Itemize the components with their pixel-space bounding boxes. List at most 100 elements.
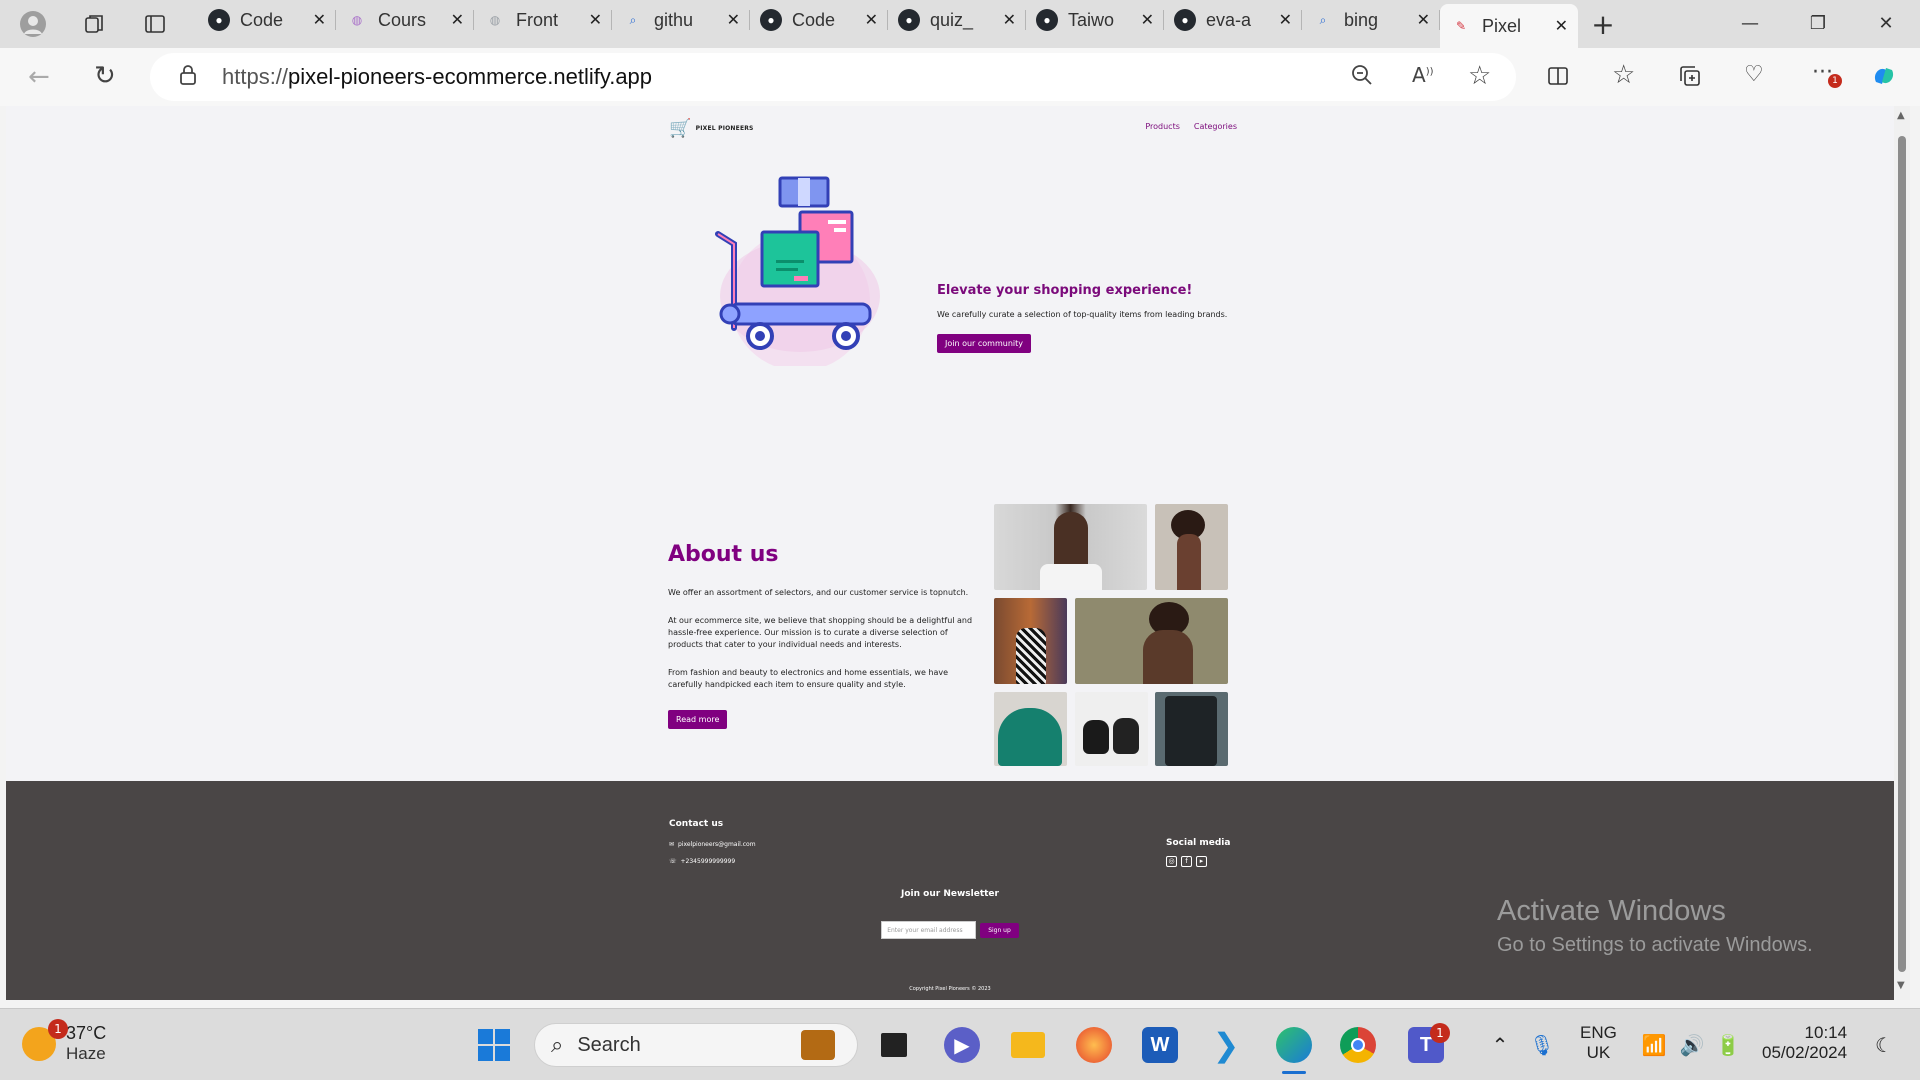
gallery-photo-woman-dress: [994, 598, 1067, 684]
about-paragraph: From fashion and beauty to electronics a…: [668, 668, 949, 689]
nav-categories-link[interactable]: Categories: [1194, 122, 1237, 131]
close-tab-icon[interactable]: ✕: [1141, 10, 1154, 30]
scroll-down-arrow-icon[interactable]: ▼: [1897, 980, 1905, 991]
newsletter-email-input[interactable]: Enter your email address: [881, 921, 977, 939]
contact-title: Contact us: [669, 819, 724, 829]
close-tab-icon[interactable]: ✕: [1417, 10, 1430, 30]
profile-icon[interactable]: [12, 4, 54, 44]
notification-moon-icon[interactable]: ☾: [1866, 1027, 1902, 1063]
contact-phone-row: ☏ +2345999999999: [669, 858, 756, 865]
about-section: About us We offer an assortment of selec…: [668, 542, 978, 729]
new-tab-button[interactable]: +: [1582, 4, 1624, 44]
word-icon[interactable]: W: [1142, 1027, 1178, 1063]
vscode-icon[interactable]: ❯: [1208, 1026, 1244, 1064]
close-tab-icon[interactable]: ✕: [1555, 16, 1568, 36]
close-tab-icon[interactable]: ✕: [451, 10, 464, 30]
page-scrollbar[interactable]: ▲ ▼: [1894, 106, 1910, 1000]
chat-icon[interactable]: ▶: [944, 1027, 980, 1063]
browser-tab[interactable]: ◍ Cours ✕: [336, 0, 474, 40]
close-tab-icon[interactable]: ✕: [865, 10, 878, 30]
windows-start-icon[interactable]: [476, 1027, 512, 1063]
activate-windows-watermark: Activate Windows Go to Settings to activ…: [1497, 895, 1813, 957]
browser-essentials-icon[interactable]: ♡: [1744, 62, 1764, 87]
facebook-icon[interactable]: f: [1181, 856, 1192, 867]
taskbar-search[interactable]: ⌕ Search: [534, 1023, 858, 1067]
close-tab-icon[interactable]: ✕: [1279, 10, 1292, 30]
search-icon: ⌕: [629, 12, 637, 27]
tab-actions-icon[interactable]: [134, 4, 176, 44]
address-bar[interactable]: https://pixel-pioneers-ecommerce.netlify…: [150, 53, 1516, 101]
browser-tab[interactable]: ● quiz_ ✕: [888, 0, 1026, 40]
web-page: 🛒 PIXEL PIONEERS Products Categories Ele…: [6, 106, 1894, 1000]
browser-tab[interactable]: ● Code ✕: [198, 0, 336, 40]
microphone-icon[interactable]: 🎙: [1524, 1027, 1560, 1063]
newsletter-signup-button[interactable]: Sign up: [980, 922, 1019, 938]
region-code: UK: [1586, 1043, 1611, 1062]
copilot-icon[interactable]: [1870, 62, 1898, 96]
edge-icon[interactable]: [1276, 1027, 1312, 1063]
favorite-star-icon[interactable]: ☆: [1468, 61, 1491, 91]
wifi-icon[interactable]: 📶: [1636, 1027, 1672, 1063]
cart-icon: 🛒: [669, 118, 692, 139]
collections-icon[interactable]: [1678, 64, 1702, 94]
browser-tab[interactable]: ⌕ githu ✕: [612, 0, 750, 40]
tray-chevron-icon[interactable]: ⌃: [1482, 1027, 1518, 1063]
favorites-icon[interactable]: ☆: [1612, 60, 1635, 90]
github-icon: ●: [1174, 9, 1196, 31]
browser-tab[interactable]: ⌕ bing ✕: [1302, 0, 1440, 40]
split-screen-icon[interactable]: [1546, 64, 1570, 94]
clock-time: 10:14: [1804, 1023, 1848, 1042]
file-explorer-icon[interactable]: [1010, 1027, 1046, 1063]
restore-button[interactable]: ❐: [1784, 0, 1852, 46]
contact-phone[interactable]: +2345999999999: [681, 858, 736, 865]
close-tab-icon[interactable]: ✕: [727, 10, 740, 30]
back-icon[interactable]: ←: [28, 62, 50, 92]
contact-email[interactable]: pixelpioneers@gmail.com: [678, 841, 756, 848]
scroll-up-arrow-icon[interactable]: ▲: [1897, 110, 1905, 121]
volume-icon[interactable]: 🔊: [1674, 1027, 1710, 1063]
youtube-icon[interactable]: ▸: [1196, 856, 1207, 867]
nav-products-link[interactable]: Products: [1145, 122, 1180, 131]
browser-tab[interactable]: ● Taiwo ✕: [1026, 0, 1164, 40]
clock-date: 05/02/2024: [1762, 1043, 1848, 1062]
read-more-button[interactable]: Read more: [668, 710, 728, 729]
language-indicator[interactable]: ENG UK: [1580, 1023, 1617, 1063]
social-title: Social media: [1166, 838, 1231, 848]
weather-badge: 1: [48, 1019, 68, 1039]
join-community-button[interactable]: Join our community: [937, 334, 1031, 353]
task-view-icon[interactable]: [876, 1027, 912, 1063]
search-icon: ⌕: [1319, 12, 1327, 27]
zoom-out-icon[interactable]: [1350, 63, 1374, 93]
weather-temp: 37°C: [66, 1023, 107, 1043]
close-tab-icon[interactable]: ✕: [1003, 10, 1016, 30]
gallery-photo-woman-praying: [1075, 598, 1228, 684]
close-window-button[interactable]: ✕: [1852, 0, 1920, 46]
instagram-icon[interactable]: ◎: [1166, 856, 1177, 867]
site-navbar: 🛒 PIXEL PIONEERS Products Categories: [669, 118, 1237, 142]
scrollbar-thumb[interactable]: [1898, 136, 1906, 972]
close-tab-icon[interactable]: ✕: [589, 10, 602, 30]
browser-tab[interactable]: ✎ Pixel ✕: [1440, 4, 1578, 48]
minimize-button[interactable]: —: [1716, 0, 1784, 46]
chrome-icon[interactable]: [1340, 1027, 1376, 1063]
clock[interactable]: 10:14 05/02/2024: [1762, 1023, 1847, 1063]
github-icon: ●: [760, 9, 782, 31]
read-aloud-icon[interactable]: A)): [1412, 63, 1434, 87]
tab-label: quiz_: [930, 9, 974, 30]
tab-label: Front: [516, 9, 559, 30]
workspaces-icon[interactable]: [74, 4, 116, 44]
tab-label: Code: [240, 9, 284, 30]
edge-active-indicator: [1282, 1071, 1306, 1074]
teams-badge: 1: [1430, 1023, 1450, 1043]
browser-tab[interactable]: ● Code ✕: [750, 0, 888, 40]
lock-icon: [178, 63, 198, 93]
close-tab-icon[interactable]: ✕: [313, 10, 326, 30]
battery-icon[interactable]: 🔋: [1710, 1027, 1746, 1063]
browser-tab[interactable]: ● eva-a ✕: [1164, 0, 1302, 40]
url-text[interactable]: https://pixel-pioneers-ecommerce.netlify…: [222, 64, 652, 90]
browser-tab[interactable]: ◍ Front ✕: [474, 0, 612, 40]
footer-social: Social media ◎ f ▸: [1166, 838, 1230, 867]
site-logo[interactable]: 🛒 PIXEL PIONEERS: [669, 118, 754, 139]
firefox-icon[interactable]: [1076, 1027, 1112, 1063]
refresh-icon[interactable]: ↻: [94, 61, 116, 91]
